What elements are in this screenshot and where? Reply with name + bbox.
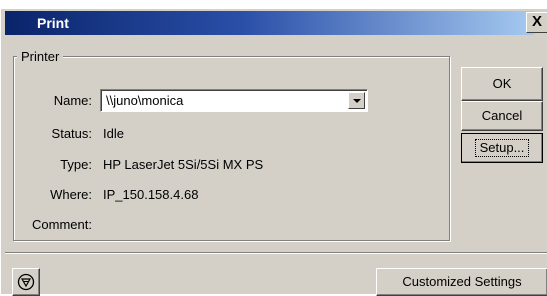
status-value: Idle: [103, 126, 124, 141]
status-label: Status:: [51, 126, 92, 141]
printer-name-value: \\juno\monica: [106, 93, 184, 108]
setup-button-label: Setup...: [474, 139, 530, 157]
printer-name-dropdown[interactable]: \\juno\monica: [100, 89, 368, 112]
adobe-logo-icon: [17, 273, 35, 291]
printer-group-label: Printer: [17, 49, 64, 64]
cancel-button[interactable]: Cancel: [461, 101, 543, 131]
dialog-title: Print: [37, 15, 69, 31]
chevron-down-icon[interactable]: [348, 92, 365, 109]
customized-settings-button[interactable]: Customized Settings: [376, 268, 547, 296]
divider: [5, 252, 547, 254]
type-label: Type:: [60, 157, 92, 172]
print-dialog: Print X Printer Name: \\juno\monica Stat…: [0, 8, 547, 296]
title-bar: Print X: [5, 11, 547, 35]
where-label: Where:: [50, 187, 92, 202]
adobe-logo-button[interactable]: [12, 268, 40, 296]
close-icon: X: [531, 13, 542, 30]
close-button[interactable]: X: [526, 12, 547, 33]
comment-label: Comment:: [32, 217, 92, 232]
type-value: HP LaserJet 5Si/5Si MX PS: [103, 157, 264, 172]
ok-button[interactable]: OK: [461, 67, 543, 101]
printer-groupbox: [13, 56, 450, 241]
where-value: IP_150.158.4.68: [103, 187, 199, 202]
name-label: Name:: [53, 93, 92, 108]
setup-button[interactable]: Setup...: [461, 133, 543, 163]
